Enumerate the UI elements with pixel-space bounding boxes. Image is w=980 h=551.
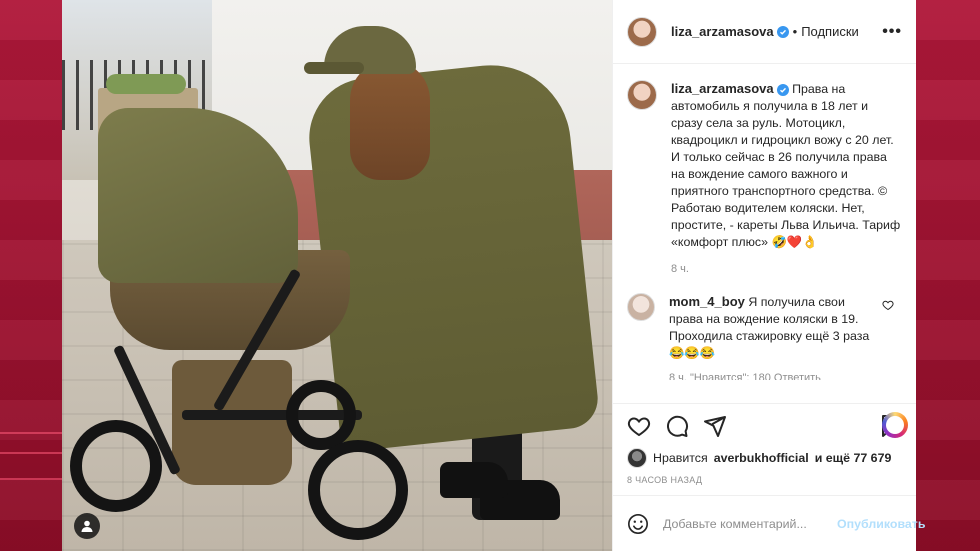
post-header: liza_arzamasova • Подписки ••• bbox=[613, 0, 916, 64]
post-photo[interactable] bbox=[62, 0, 612, 551]
instagram-post: liza_arzamasova • Подписки ••• liza_arza… bbox=[62, 0, 925, 551]
avatar[interactable] bbox=[627, 16, 657, 47]
separator: • bbox=[792, 24, 798, 39]
share-icon[interactable] bbox=[703, 414, 727, 438]
publish-button[interactable]: Опубликовать bbox=[837, 517, 925, 531]
comment-input[interactable] bbox=[663, 516, 823, 531]
comments-section: liza_arzamasova Права на автомобиль я по… bbox=[613, 64, 916, 403]
comment-like-icon[interactable] bbox=[882, 299, 894, 311]
comment-icon[interactable] bbox=[665, 414, 689, 438]
likes-user[interactable]: averbukhofficial bbox=[714, 451, 809, 465]
more-options-icon[interactable]: ••• bbox=[882, 23, 902, 41]
post-author-username[interactable]: liza_arzamasova bbox=[671, 24, 774, 39]
post-timestamp[interactable]: 8 часов назад bbox=[613, 469, 916, 495]
comment-item: mom_4_boy Я получила свои права на вожде… bbox=[627, 293, 902, 362]
comment-meta[interactable]: 8 ч. "Нравится": 180 Ответить bbox=[669, 372, 902, 380]
verified-badge-icon bbox=[776, 84, 789, 96]
likes-prefix: Нравится bbox=[653, 451, 708, 465]
emoji-icon[interactable] bbox=[627, 513, 649, 535]
caption-text: Права на автомобиль я получила в 18 лет … bbox=[671, 82, 901, 249]
heart-icon[interactable] bbox=[627, 414, 651, 438]
post-side-panel: liza_arzamasova • Подписки ••• liza_arza… bbox=[612, 0, 925, 551]
avatar[interactable] bbox=[627, 293, 655, 321]
add-comment-bar: Опубликовать bbox=[613, 495, 925, 551]
verified-badge-icon bbox=[776, 25, 789, 38]
avatar[interactable] bbox=[627, 80, 657, 110]
action-bar bbox=[613, 403, 916, 447]
comment-username[interactable]: mom_4_boy bbox=[669, 294, 745, 309]
right-background-frame bbox=[916, 0, 980, 551]
reels-icon[interactable] bbox=[882, 412, 908, 438]
caption-username[interactable]: liza_arzamasova bbox=[671, 81, 774, 96]
caption: liza_arzamasova Права на автомобиль я по… bbox=[627, 80, 902, 275]
likes-row: Нравится averbukhofficial и ещё 77 679 bbox=[613, 447, 916, 469]
user-tag-icon[interactable] bbox=[74, 513, 100, 539]
following-button[interactable]: Подписки bbox=[801, 24, 859, 39]
caption-time[interactable]: 8 ч. bbox=[671, 263, 902, 275]
left-background-frame bbox=[0, 0, 62, 551]
avatar[interactable] bbox=[627, 448, 647, 468]
likes-count[interactable]: и ещё 77 679 bbox=[815, 451, 892, 465]
